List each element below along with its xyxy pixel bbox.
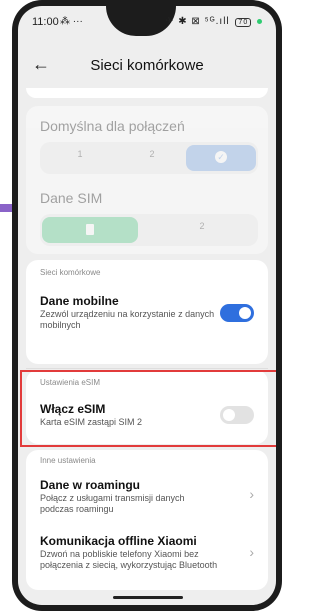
external-purple-mark: [0, 204, 12, 212]
mobile-networks-card: Sieci komórkowe Dane mobilne Zezwól urzą…: [26, 260, 268, 364]
chevron-right-icon: ›: [249, 486, 254, 502]
app-header: ← Sieci komórkowe: [18, 50, 276, 80]
chevron-right-icon: ›: [249, 544, 254, 560]
sim-defaults-card: Domyślna dla połączeń 1 2 ✓ Dane SIM 2: [26, 106, 268, 254]
calls-option-ask[interactable]: ✓: [186, 145, 256, 171]
data-sim-label: Dane SIM: [40, 190, 103, 206]
status-time: 11:00: [32, 16, 59, 28]
mobile-data-toggle[interactable]: [220, 304, 254, 322]
toggle-knob: [239, 307, 251, 319]
mobile-networks-section-label: Sieci komórkowe: [40, 268, 101, 277]
data-option-1[interactable]: [42, 217, 138, 243]
other-settings-card: Inne ustawienia Dane w roamingu Połącz z…: [26, 450, 268, 590]
page-title: Sieci komórkowe: [90, 57, 204, 74]
mobile-data-desc: Zezwól urządzeniu na korzystanie z danyc…: [40, 309, 215, 330]
signal-icons: ✈ ✱ ⊠ ⁵ᴳ.ıll: [165, 16, 230, 27]
offline-comm-row[interactable]: Komunikacja offline Xiaomi Dzwoń na pobl…: [26, 526, 268, 586]
mobile-data-title: Dane mobilne: [40, 294, 119, 308]
roaming-row[interactable]: Dane w roamingu Połącz z usługami transm…: [26, 468, 268, 524]
roaming-title: Dane w roamingu: [40, 478, 141, 492]
mobile-data-row[interactable]: Dane mobilne Zezwól urządzeniu na korzys…: [26, 282, 268, 342]
data-sim-selector[interactable]: 2: [40, 214, 258, 246]
battery-icon: 70: [235, 18, 252, 27]
sim-card-icon: [86, 224, 94, 235]
default-calls-label: Domyślna dla połączeń: [40, 118, 185, 134]
section-divider: [26, 368, 268, 369]
privacy-dot-icon: [257, 19, 262, 24]
default-calls-selector[interactable]: 1 2 ✓: [40, 142, 258, 174]
calls-option-2[interactable]: 2: [142, 149, 162, 159]
offline-comm-desc: Dzwoń na pobliskie telefony Xiaomi bez p…: [40, 549, 218, 570]
home-indicator[interactable]: [113, 596, 183, 599]
roaming-desc: Połącz z usługami transmisji danych podc…: [40, 493, 185, 514]
status-left-icons: ⁂ ···: [60, 16, 83, 27]
offline-comm-title: Komunikacja offline Xiaomi: [40, 534, 197, 548]
previous-card-edge: [26, 88, 268, 98]
data-option-2[interactable]: 2: [192, 221, 212, 231]
phone-screen: 11:00 ⁂ ··· ✈ ✱ ⊠ ⁵ᴳ.ıll 70 ← Sieci komó…: [18, 6, 276, 605]
status-bar: 11:00 ⁂ ··· ✈ ✱ ⊠ ⁵ᴳ.ıll 70: [18, 6, 276, 40]
other-section-label: Inne ustawienia: [40, 456, 96, 465]
calls-option-1[interactable]: 1: [70, 149, 90, 159]
check-circle-icon: ✓: [215, 151, 227, 163]
status-right-icons: ✈ ✱ ⊠ ⁵ᴳ.ıll 70: [165, 16, 262, 27]
esim-highlight-frame: [20, 370, 276, 447]
